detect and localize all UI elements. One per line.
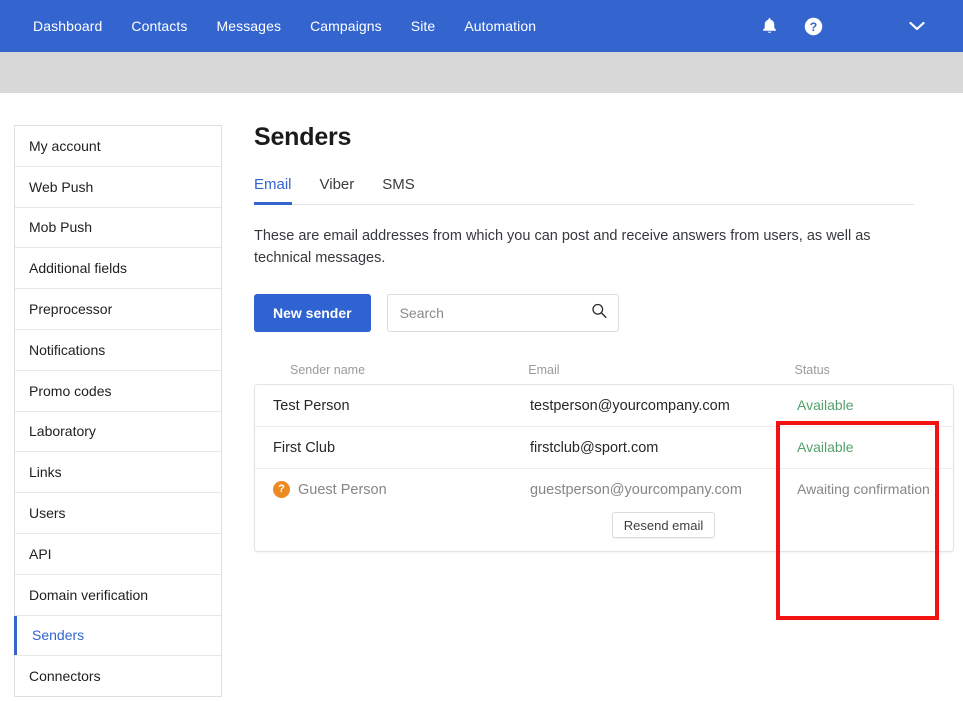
- status-badge: Awaiting confirmation: [797, 481, 930, 497]
- sidebar-item-label: My account: [29, 137, 101, 154]
- cell-email: testperson@yourcompany.com: [530, 397, 730, 414]
- sidebar-item-promo-codes[interactable]: Promo codes: [15, 370, 221, 412]
- sender-name-text: Guest Person: [298, 481, 387, 498]
- sidebar-item-label: Links: [29, 464, 62, 481]
- cell-email: guestperson@yourcompany.com: [530, 481, 742, 498]
- tab-label: Email: [254, 176, 292, 193]
- column-header-email: Email: [528, 363, 560, 377]
- channel-tabs: Email Viber SMS: [254, 176, 914, 205]
- sidebar-item-label: Preprocessor: [29, 301, 113, 318]
- table-actions: New sender: [254, 294, 954, 332]
- cell-email: firstclub@sport.com: [530, 439, 659, 456]
- sidebar-item-label: Senders: [32, 627, 85, 644]
- tab-label: Viber: [319, 176, 355, 193]
- sidebar-item-label: Promo codes: [29, 382, 112, 399]
- resend-email-button[interactable]: Resend email: [611, 512, 716, 538]
- tab-label: SMS: [382, 176, 415, 193]
- sidebar-item-preprocessor[interactable]: Preprocessor: [15, 289, 221, 330]
- sidebar-item-label: Domain verification: [29, 586, 149, 603]
- search-icon[interactable]: [591, 303, 607, 324]
- top-nav-actions: ?: [747, 0, 963, 52]
- new-sender-button[interactable]: New sender: [254, 294, 371, 332]
- question-circle-icon[interactable]: ?: [791, 0, 835, 52]
- svg-text:?: ?: [809, 19, 816, 33]
- sidebar-item-laboratory[interactable]: Laboratory: [15, 411, 221, 453]
- sidebar-item-label: Additional fields: [29, 260, 128, 277]
- cell-sender-name: ? Guest Person: [273, 469, 530, 510]
- sidebar-item-api[interactable]: API: [15, 533, 221, 575]
- status-badge: Available: [797, 397, 854, 413]
- sidebar-item-label: Connectors: [29, 668, 101, 685]
- main-content: Senders Email Viber SMS These are email …: [254, 123, 954, 552]
- sidebar-item-my-account[interactable]: My account: [15, 126, 221, 167]
- pending-row-primary-line: ? Guest Person guestperson@yourcompany.c…: [273, 469, 953, 510]
- secondary-toolbar-band: [0, 52, 963, 93]
- sidebar-item-users[interactable]: Users: [15, 493, 221, 534]
- tab-email[interactable]: Email: [254, 176, 292, 205]
- sidebar-item-label: API: [29, 545, 52, 562]
- nav-link-automation[interactable]: Automation: [464, 18, 536, 34]
- sidebar-item-notifications[interactable]: Notifications: [15, 329, 221, 371]
- status-badge: Available: [797, 439, 854, 455]
- search-box[interactable]: [386, 294, 619, 332]
- top-nav-links: Dashboard Contacts Messages Campaigns Si…: [33, 18, 536, 34]
- nav-link-dashboard[interactable]: Dashboard: [33, 18, 102, 34]
- page-body: My account Web Push Mob Push Additional …: [0, 93, 963, 701]
- settings-sidebar: My account Web Push Mob Push Additional …: [14, 125, 222, 698]
- page-description: These are email addresses from which you…: [254, 228, 871, 266]
- top-navigation-bar: Dashboard Contacts Messages Campaigns Si…: [0, 0, 963, 52]
- sidebar-item-label: Mob Push: [29, 219, 93, 236]
- nav-link-messages[interactable]: Messages: [216, 18, 281, 34]
- senders-table: Sender name Email Status Test Person tes…: [254, 356, 954, 552]
- table-row[interactable]: First Club firstclub@sport.com Available: [255, 427, 953, 469]
- nav-link-campaigns[interactable]: Campaigns: [310, 18, 382, 34]
- nav-link-site[interactable]: Site: [411, 18, 436, 34]
- sidebar-item-label: Users: [29, 505, 66, 522]
- table-header-row: Sender name Email Status: [254, 356, 954, 384]
- cell-sender-name: Test Person: [273, 385, 530, 426]
- sidebar-item-web-push[interactable]: Web Push: [15, 166, 221, 208]
- resend-email-wrap: Resend email: [530, 510, 797, 538]
- column-header-sender-name: Sender name: [290, 363, 366, 377]
- sidebar-item-senders[interactable]: Senders: [14, 615, 221, 657]
- sidebar-item-links[interactable]: Links: [15, 452, 221, 494]
- sidebar-item-label: Notifications: [29, 341, 106, 358]
- senders-table-card: Test Person testperson@yourcompany.com A…: [254, 384, 954, 552]
- sender-name-text: First Club: [273, 439, 336, 456]
- table-row[interactable]: ? Guest Person guestperson@yourcompany.c…: [255, 469, 953, 551]
- sidebar-item-mob-push[interactable]: Mob Push: [15, 207, 221, 249]
- sidebar-item-connectors[interactable]: Connectors: [15, 656, 221, 698]
- column-header-status: Status: [794, 363, 830, 377]
- sidebar-item-additional-fields[interactable]: Additional fields: [15, 248, 221, 290]
- sidebar-item-label: Web Push: [29, 178, 94, 195]
- cell-sender-name: First Club: [273, 427, 530, 468]
- pending-question-icon: ?: [273, 481, 290, 498]
- table-row[interactable]: Test Person testperson@yourcompany.com A…: [255, 385, 953, 427]
- tab-sms[interactable]: SMS: [382, 176, 415, 204]
- search-input[interactable]: [387, 295, 578, 331]
- tab-viber[interactable]: Viber: [320, 176, 355, 204]
- sidebar-item-domain-verification[interactable]: Domain verification: [15, 574, 221, 616]
- nav-link-contacts[interactable]: Contacts: [131, 18, 187, 34]
- bell-icon[interactable]: [747, 0, 791, 52]
- page-title: Senders: [254, 123, 352, 151]
- sidebar-item-label: Laboratory: [29, 423, 96, 440]
- pending-row-stack: ? Guest Person guestperson@yourcompany.c…: [273, 469, 953, 538]
- pending-row-secondary-line: Resend email: [273, 510, 953, 538]
- sender-name-text: Test Person: [273, 397, 350, 414]
- chevron-down-icon[interactable]: [895, 0, 939, 52]
